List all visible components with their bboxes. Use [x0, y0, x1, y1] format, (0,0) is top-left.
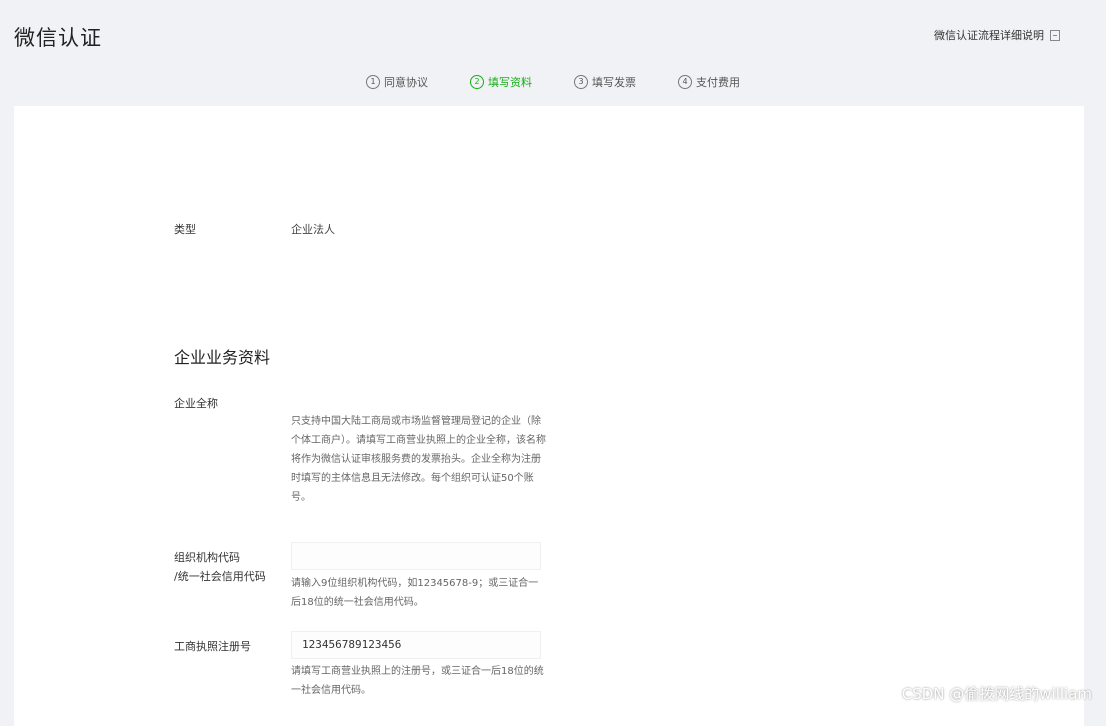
- step-payment: 4 支付费用: [678, 74, 740, 90]
- step-label: 支付费用: [696, 76, 740, 89]
- step-label: 填写发票: [592, 76, 636, 89]
- step-number-1: 1: [366, 75, 380, 89]
- org-code-input[interactable]: [291, 542, 541, 570]
- org-code-label-line2: /统一社会信用代码: [174, 570, 266, 583]
- step-fill-info: 2 填写资料: [470, 74, 532, 90]
- guide-link-label: 微信认证流程详细说明: [934, 29, 1044, 42]
- reg-no-label: 工商执照注册号: [174, 640, 251, 653]
- step-agreement: 1 同意协议: [366, 74, 428, 90]
- watermark: CSDN @偷拨网线的william: [901, 685, 1092, 703]
- app-title: 微信认证: [14, 26, 102, 50]
- company-name-help: 只支持中国大陆工商局或市场监督管理局登记的企业（除个体工商户）。请填写工商营业执…: [291, 416, 546, 503]
- reg-no-input[interactable]: 123456789123456: [291, 631, 541, 659]
- step-invoice: 3 填写发票: [574, 74, 636, 90]
- company-name-label: 企业全称: [174, 397, 218, 410]
- step-number-4: 4: [678, 75, 692, 89]
- step-label: 填写资料: [488, 76, 532, 89]
- guide-link[interactable]: 微信认证流程详细说明: [934, 27, 1060, 43]
- document-icon: [1050, 29, 1060, 41]
- step-label: 同意协议: [384, 76, 428, 89]
- form-card: 类型 企业法人 企业业务资料 企业全称 只支持中国大陆工商局或市场监督管理局登记…: [14, 106, 1084, 726]
- reg-no-help: 请填写工商营业执照上的注册号，或三证合一后18位的统一社会信用代码。: [291, 666, 544, 696]
- type-label: 类型: [174, 223, 196, 236]
- org-code-label-line1: 组织机构代码: [174, 551, 240, 564]
- step-number-2: 2: [470, 75, 484, 89]
- org-code-help: 请输入9位组织机构代码，如12345678-9；或三证合一后18位的统一社会信用…: [291, 578, 539, 608]
- type-value: 企业法人: [291, 223, 335, 236]
- section-title: 企业业务资料: [174, 348, 271, 367]
- step-indicator: 1 同意协议 2 填写资料 3 填写发票 4 支付费用: [0, 74, 1106, 90]
- step-number-3: 3: [574, 75, 588, 89]
